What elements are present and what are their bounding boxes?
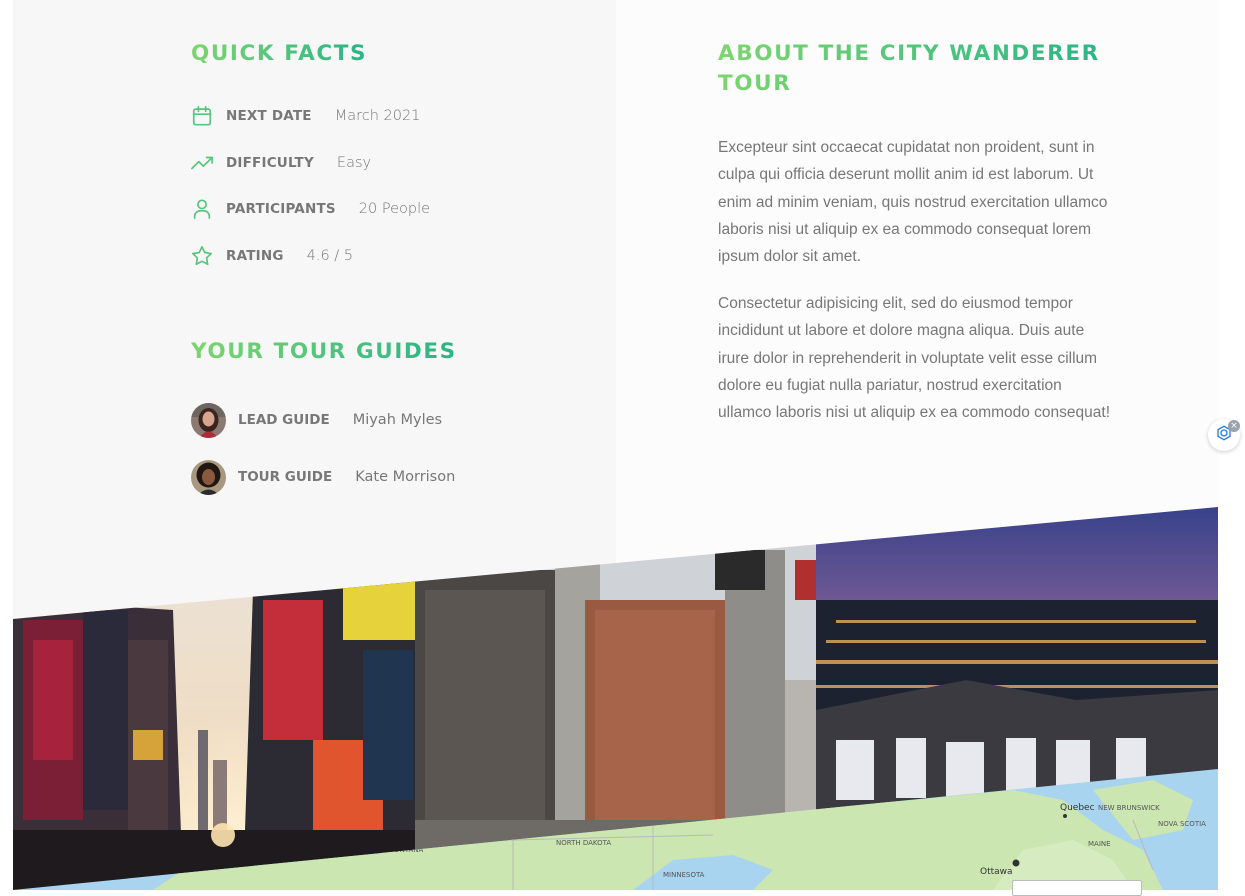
quick-facts-heading: Quick facts	[191, 39, 367, 69]
about-paragraph-1: Excepteur sint occaecat cupidatat non pr…	[718, 139, 1108, 266]
fact-rating: RATING 4.6 / 5	[191, 241, 353, 271]
guide-name: Kate Morrison	[355, 469, 456, 485]
calendar-icon	[191, 105, 213, 127]
guide-tour: TOUR GUIDE Kate Morrison	[191, 459, 455, 495]
guide-role: TOUR GUIDE	[238, 469, 333, 485]
map-label-north-dakota: NORTH DAKOTA	[556, 839, 611, 847]
guide-name: Miyah Myles	[352, 412, 443, 428]
fact-participants: PARTICIPANTS 20 People	[191, 194, 430, 224]
tour-page: Quick facts NEXT DATE March 2021 DIFFICU…	[13, 0, 1218, 890]
fact-label: PARTICIPANTS	[226, 201, 336, 217]
guide-role: LEAD GUIDE	[238, 412, 330, 428]
fact-value: 4.6 / 5	[306, 248, 353, 264]
map-label-minnesota: MINNESOTA	[663, 871, 705, 879]
user-icon	[191, 198, 213, 220]
star-icon	[191, 245, 213, 267]
map-layer-select[interactable]	[1012, 880, 1142, 896]
map-label-nova-scotia: NOVA SCOTIA	[1158, 820, 1206, 828]
fact-label: RATING	[226, 248, 284, 264]
map-label-maine: MAINE	[1088, 840, 1111, 848]
trending-up-icon	[191, 152, 213, 174]
fact-value: March 2021	[334, 108, 421, 124]
about-heading: About the City Wanderer Tour	[718, 39, 1118, 99]
map-label-ottawa: Ottawa	[980, 867, 1013, 877]
about-paragraph-2: Consectetur adipisicing elit, sed do eiu…	[718, 295, 1111, 422]
fact-label: NEXT DATE	[226, 108, 312, 124]
avatar	[191, 459, 226, 495]
avatar	[191, 402, 226, 438]
fact-label: DIFFICULTY	[226, 155, 314, 171]
map-label-quebec: Quebec	[1060, 803, 1095, 813]
tour-guides-heading: Your tour guides	[191, 337, 457, 367]
fact-value: 20 People	[358, 201, 431, 217]
close-icon[interactable]: ×	[1228, 420, 1240, 432]
fact-next-date: NEXT DATE March 2021	[191, 101, 420, 131]
fact-difficulty: DIFFICULTY Easy	[191, 148, 371, 178]
guide-lead: LEAD GUIDE Miyah Myles	[191, 402, 442, 438]
map-label-new-brunswick: NEW BRUNSWICK	[1098, 804, 1160, 812]
fact-value: Easy	[336, 155, 372, 171]
